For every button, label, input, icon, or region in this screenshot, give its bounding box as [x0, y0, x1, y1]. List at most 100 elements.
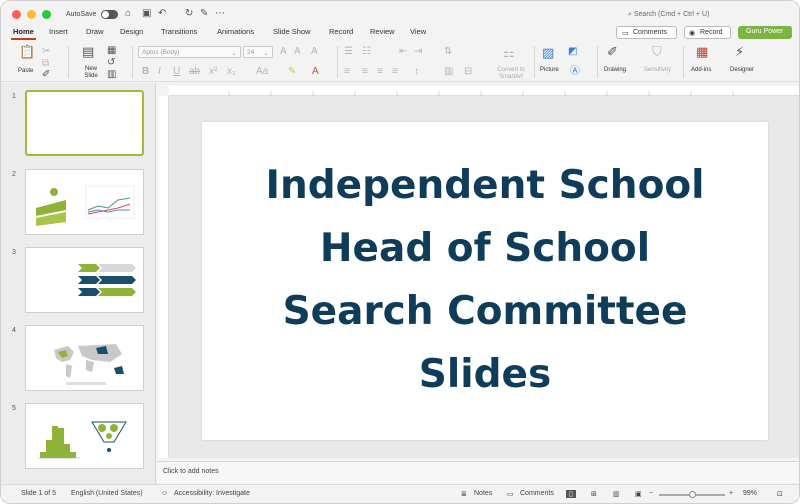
cut-icon[interactable]: ✂ [42, 47, 50, 57]
justify-icon[interactable]: ≡ [392, 67, 398, 77]
status-bar: Slide 1 of 5 English (United States) ☺ A… [1, 484, 799, 503]
tab-insert[interactable]: Insert [49, 27, 68, 36]
autosave-toggle[interactable] [101, 10, 118, 19]
slide-sorter-icon[interactable]: ⊞ [591, 490, 597, 498]
redo-icon[interactable]: ↻ [185, 8, 193, 20]
strikethrough-icon[interactable]: ab [189, 67, 200, 77]
slide-thumbnail-1[interactable] [25, 90, 144, 156]
format-painter-icon[interactable]: ✎ [200, 8, 208, 20]
comments-toggle[interactable]: Comments [520, 490, 554, 497]
active-tab-indicator [11, 38, 36, 40]
reading-view-icon[interactable]: ▥ [613, 490, 620, 498]
bullets-icon[interactable]: ☰ [344, 47, 353, 57]
reset-icon[interactable]: ↺ [107, 58, 115, 68]
subscript-icon[interactable]: x₂ [227, 67, 236, 77]
tab-view[interactable]: View [410, 27, 426, 36]
search-input[interactable]: ⌕ Search (Cmd + Ctrl + U) [628, 11, 709, 19]
text-direction-icon[interactable]: ⇅ [444, 47, 452, 57]
ribbon: 📋 Paste ✂ ⧉ ✐ ▤ New Slide ▦ ↺ ▥ Aptos (B… [1, 42, 799, 82]
thumb-number: 4 [12, 327, 16, 334]
tab-animations[interactable]: Animations [217, 27, 254, 36]
bold-icon[interactable]: B [142, 67, 149, 77]
decrease-indent-icon[interactable]: ⇤ [399, 47, 407, 57]
slide-canvas[interactable]: Independent School Head of School Search… [202, 122, 768, 440]
separator [534, 46, 535, 78]
change-case-icon[interactable]: Aa [256, 67, 268, 77]
drawing-icon[interactable]: ✐ [607, 45, 618, 58]
columns-icon[interactable]: ▥ [444, 67, 453, 77]
guru-power-button[interactable]: Guru Power [738, 26, 792, 39]
title-bar: AutoSave ⌂ ▣ ↶ ↻ ✎ ⋯ ⌕ Search (Cmd + Ctr… [1, 1, 799, 25]
record-button[interactable]: ◉ Record [684, 26, 731, 39]
slide-thumbnail-3[interactable] [25, 247, 144, 313]
powerpoint-window: AutoSave ⌂ ▣ ↶ ↻ ✎ ⋯ ⌕ Search (Cmd + Ctr… [0, 0, 800, 504]
minimize-window-button[interactable] [27, 10, 36, 19]
copy-icon[interactable]: ⧉ [42, 59, 49, 69]
align-center-icon[interactable]: ≡ [362, 67, 368, 77]
grow-font-icon[interactable]: A [280, 47, 287, 57]
font-name-select[interactable]: Aptos (Body) ⌄ [138, 46, 241, 58]
align-left-icon[interactable]: ≡ [344, 67, 350, 77]
tab-record[interactable]: Record [329, 27, 353, 36]
drawing-label: Drawing [604, 67, 627, 73]
shapes-icon[interactable]: ◩ [568, 47, 577, 57]
line-spacing-icon[interactable]: ↕ [414, 67, 419, 77]
increase-indent-icon[interactable]: ⇥ [414, 47, 422, 57]
tab-design[interactable]: Design [120, 27, 143, 36]
slide-thumbnail-5[interactable] [25, 403, 144, 469]
designer-icon[interactable]: ⚡ [735, 45, 744, 58]
zoom-level[interactable]: 99% [743, 490, 757, 497]
layout-icon[interactable]: ▦ [107, 46, 116, 56]
comments-button[interactable]: ▭ Comments [616, 26, 677, 39]
format-brush-icon[interactable]: ✐ [42, 70, 50, 80]
thumb-number: 2 [12, 171, 16, 178]
zoom-window-button[interactable] [42, 10, 51, 19]
smartart-icon[interactable]: ⚏ [503, 46, 515, 59]
close-window-button[interactable] [12, 10, 21, 19]
zoom-in-icon[interactable]: + [729, 490, 733, 497]
zoom-slider-handle[interactable] [689, 491, 696, 498]
superscript-icon[interactable]: x² [209, 67, 217, 77]
picture-icon[interactable]: ▨ [542, 46, 554, 59]
font-color-icon[interactable]: A [312, 67, 319, 77]
picture-label: Picture [540, 67, 559, 73]
language-indicator[interactable]: English (United States) [71, 490, 143, 497]
save-icon[interactable]: ▣ [142, 8, 151, 20]
undo-icon[interactable]: ↶ [158, 8, 166, 20]
numbering-icon[interactable]: ☷ [362, 47, 371, 57]
italic-icon[interactable]: I [158, 67, 161, 77]
tab-draw[interactable]: Draw [86, 27, 104, 36]
slide-title[interactable]: Independent School Head of School Search… [202, 154, 768, 406]
accessibility-status[interactable]: Accessibility: Investigate [174, 490, 250, 497]
sensitivity-icon[interactable]: ⛉ [652, 45, 662, 58]
paste-icon[interactable]: 📋 [19, 45, 35, 58]
slideshow-icon[interactable]: ▣ [635, 490, 642, 498]
zoom-out-icon[interactable]: − [649, 490, 653, 497]
fit-slide-icon[interactable]: ⊡ [777, 490, 783, 498]
notes-toggle[interactable]: Notes [474, 490, 492, 497]
notes-pane[interactable]: Click to add notes [157, 461, 799, 483]
tab-slide-show[interactable]: Slide Show [273, 27, 311, 36]
tab-transitions[interactable]: Transitions [161, 27, 197, 36]
section-icon[interactable]: ▥ [107, 70, 116, 80]
clear-format-icon[interactable]: A [311, 47, 318, 57]
chevron-down-icon: ⌄ [263, 50, 269, 57]
home-icon[interactable]: ⌂ [125, 8, 131, 20]
shrink-font-icon[interactable]: A [294, 47, 301, 57]
underline-icon[interactable]: U [173, 67, 180, 77]
highlight-icon[interactable]: ✎ [288, 67, 296, 77]
new-slide-icon[interactable]: ▤ [82, 45, 94, 58]
addins-icon[interactable]: ▦ [696, 45, 708, 58]
textbox-icon[interactable]: Ⓐ [570, 67, 580, 77]
tab-review[interactable]: Review [370, 27, 395, 36]
slide-thumbnail-2[interactable] [25, 169, 144, 235]
align-right-icon[interactable]: ≡ [377, 67, 383, 77]
tab-home[interactable]: Home [13, 27, 34, 36]
ribbon-tabs: Home Insert Draw Design Transitions Anim… [1, 25, 799, 42]
font-size-select[interactable]: 24 ⌄ [243, 46, 273, 58]
more-icon[interactable]: ⋯ [215, 8, 225, 20]
comment-icon: ▭ [622, 30, 629, 37]
normal-view-icon[interactable]: ▯ [566, 490, 576, 498]
slide-thumbnail-4[interactable] [25, 325, 144, 391]
align-text-icon[interactable]: ⊟ [464, 67, 472, 77]
